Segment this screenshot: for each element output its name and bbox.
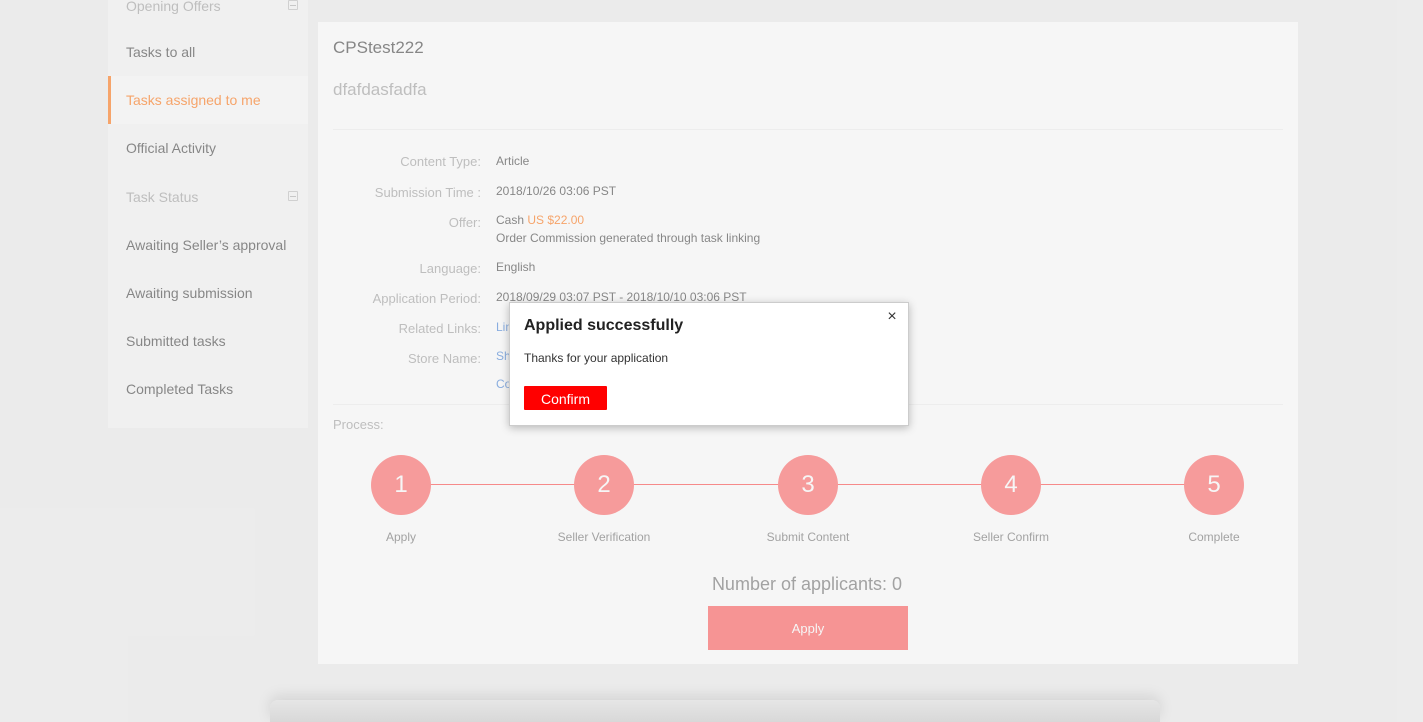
confirm-button[interactable]: Confirm [524,386,607,410]
bottom-panel-edge [270,700,1160,722]
success-dialog: Applied successfully × Thanks for your a… [509,302,909,426]
dialog-message: Thanks for your application [524,351,669,365]
dialog-title: Applied successfully [524,317,684,334]
close-icon[interactable]: × [884,309,900,325]
